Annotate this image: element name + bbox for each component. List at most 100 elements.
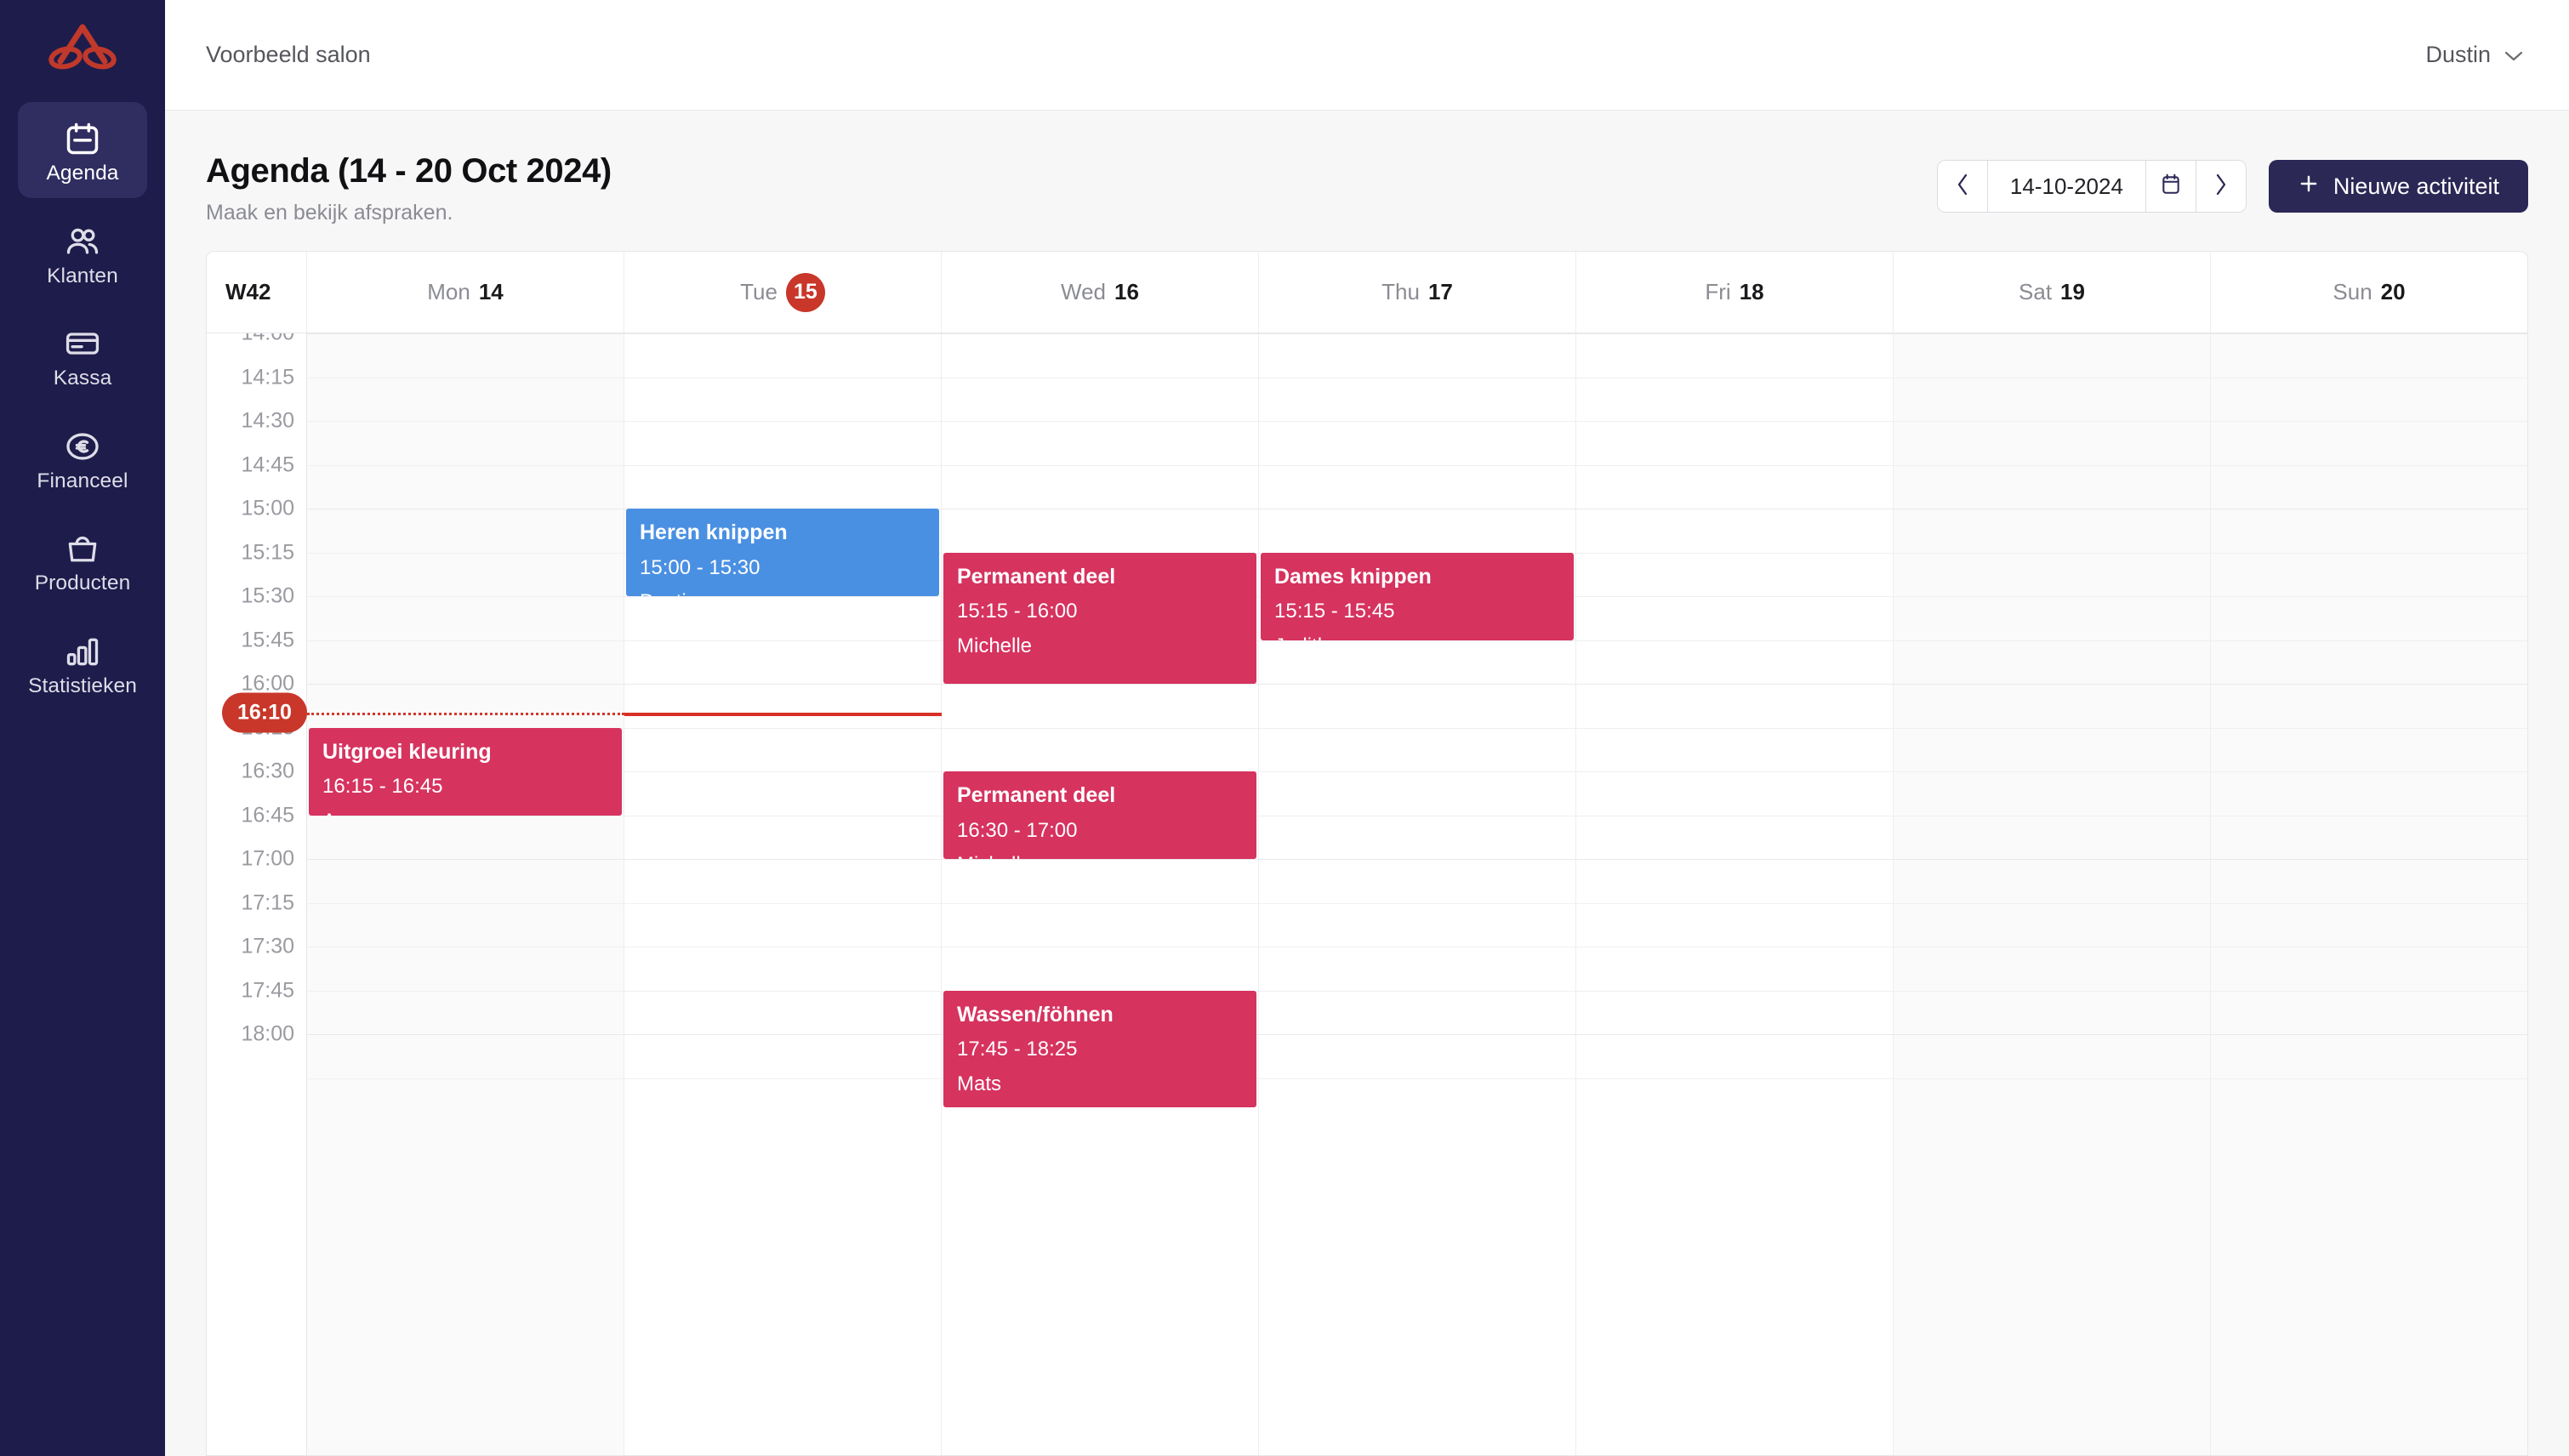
grid-line bbox=[1576, 859, 1893, 860]
grid-line bbox=[1259, 771, 1575, 772]
day-number: 17 bbox=[1427, 279, 1453, 304]
time-gutter: 14:00 14:15 14:30 14:45 15:00 15:15 15:30 15:45… bbox=[207, 333, 307, 1455]
calendar-event[interactable]: Uitgroei kleuring 16:15 - 16:45 Anne bbox=[309, 727, 622, 816]
event-time: 16:30 - 17:00 bbox=[957, 818, 1078, 842]
day-header-thu[interactable]: Thu 17 bbox=[1259, 252, 1576, 333]
prev-week-button[interactable] bbox=[1937, 161, 1987, 212]
grid-line bbox=[2211, 727, 2527, 729]
page-subtitle: Maak en bekijk afspraken. bbox=[206, 201, 453, 225]
page-header: Agenda (14 - 20 Oct 2024) Maak en bekijk… bbox=[165, 111, 2569, 251]
time-label: 15:30 bbox=[241, 583, 294, 608]
users-icon bbox=[64, 222, 101, 261]
grid-line bbox=[624, 1078, 941, 1079]
sidebar: Agenda Klanten Kassa Financeel Producten… bbox=[0, 0, 165, 1456]
grid-line bbox=[1576, 552, 1893, 554]
calendar-picker-icon bbox=[2160, 172, 2182, 202]
grid-line bbox=[1259, 902, 1575, 904]
day-header-wed[interactable]: Wed 16 bbox=[942, 252, 1259, 333]
time-label: 15:15 bbox=[241, 540, 294, 564]
new-activity-button[interactable]: Nieuwe activiteit bbox=[2268, 160, 2528, 213]
grid-line bbox=[1259, 464, 1575, 466]
grid-line bbox=[624, 596, 941, 597]
grid-line bbox=[942, 727, 1258, 729]
day-header-sun[interactable]: Sun 20 bbox=[2211, 252, 2527, 333]
grid-line bbox=[2211, 596, 2527, 597]
chevron-right-icon bbox=[2213, 173, 2229, 201]
sidebar-item-klanten[interactable]: Klanten bbox=[18, 205, 147, 301]
day-column-wed[interactable]: Permanent deel 15:15 - 16:00 Michelle Perma… bbox=[942, 333, 1259, 1455]
event-staff: Anne bbox=[322, 810, 608, 816]
current-time-badge: 16:10 bbox=[222, 692, 307, 733]
day-weekday: Fri bbox=[1705, 279, 1731, 304]
grid-line bbox=[307, 1034, 624, 1035]
card-icon bbox=[64, 324, 101, 363]
grid-line bbox=[2211, 464, 2527, 466]
grid-line bbox=[2211, 684, 2527, 685]
day-header-fri[interactable]: Fri 18 bbox=[1576, 252, 1894, 333]
time-label: 16:30 bbox=[241, 759, 294, 783]
grid-line bbox=[624, 990, 941, 992]
day-column-thu[interactable]: Dames knippen 15:15 - 15:45 Judith bbox=[1259, 333, 1576, 1455]
sidebar-item-kassa[interactable]: Kassa bbox=[18, 307, 147, 403]
event-title: Uitgroei kleuring bbox=[322, 739, 492, 764]
grid-line bbox=[307, 421, 624, 422]
grid-line bbox=[2211, 333, 2527, 334]
grid-line bbox=[1894, 859, 2210, 860]
calendar-event[interactable]: Permanent deel 15:15 - 16:00 Michelle bbox=[943, 552, 1256, 684]
sidebar-item-label: Financeel bbox=[37, 469, 128, 492]
day-number: 16 bbox=[1114, 279, 1139, 304]
user-menu[interactable]: Dustin bbox=[2420, 33, 2528, 77]
grid-line bbox=[624, 771, 941, 772]
app-logo[interactable] bbox=[42, 15, 123, 78]
calendar-event[interactable]: Dames knippen 15:15 - 15:45 Judith bbox=[1261, 552, 1574, 640]
time-label: 15:00 bbox=[241, 496, 294, 520]
grid-line bbox=[2211, 421, 2527, 422]
grid-line bbox=[624, 640, 941, 641]
grid-line bbox=[307, 552, 624, 554]
day-column-sat[interactable] bbox=[1894, 333, 2211, 1455]
time-label: 15:45 bbox=[241, 628, 294, 651]
grid-line bbox=[942, 859, 1258, 860]
sidebar-item-label: Statistieken bbox=[28, 674, 137, 697]
grid-line bbox=[624, 727, 941, 729]
grid-line bbox=[1259, 990, 1575, 992]
date-display[interactable]: 14-10-2024 bbox=[1988, 161, 2145, 212]
grid-line bbox=[2211, 1078, 2527, 1079]
calendar-event[interactable]: Permanent deel 16:30 - 17:00 Michelle bbox=[943, 771, 1256, 859]
grid-line bbox=[1576, 596, 1893, 597]
grid-line bbox=[624, 859, 941, 860]
day-column-sun[interactable] bbox=[2211, 333, 2527, 1455]
event-time: 17:45 - 18:25 bbox=[957, 1038, 1078, 1061]
grid-line bbox=[942, 333, 1258, 334]
event-staff: Mats bbox=[957, 1072, 1002, 1095]
app-root: Agenda Klanten Kassa Financeel Producten… bbox=[0, 0, 2569, 1456]
chevron-left-icon bbox=[1955, 173, 1970, 201]
calendar: W42 Mon 14 Tue 15 Wed 16 Thu 17 Fri 18 Sat 19 Sun 20 1… bbox=[206, 251, 2528, 1456]
chevron-down-icon bbox=[2504, 42, 2523, 68]
day-number: 14 bbox=[478, 279, 504, 304]
day-header-tue[interactable]: Tue 15 bbox=[624, 252, 942, 333]
grid-line bbox=[624, 464, 941, 466]
calendar-event[interactable]: Heren knippen 15:00 - 15:30 Dustin bbox=[626, 509, 939, 596]
date-picker-button[interactable] bbox=[2145, 161, 2196, 212]
sidebar-item-producten[interactable]: Producten bbox=[18, 512, 147, 608]
day-column-tue[interactable]: Heren knippen 15:00 - 15:30 Dustin bbox=[624, 333, 942, 1455]
day-column-fri[interactable] bbox=[1576, 333, 1894, 1455]
day-header-sat[interactable]: Sat 19 bbox=[1894, 252, 2211, 333]
grid-line bbox=[942, 684, 1258, 685]
sidebar-item-agenda[interactable]: Agenda bbox=[18, 102, 147, 198]
grid-line bbox=[1894, 771, 2210, 772]
time-label: 18:00 bbox=[241, 1021, 294, 1046]
grid-line bbox=[624, 1034, 941, 1035]
grid-line bbox=[1259, 727, 1575, 729]
sidebar-item-financeel[interactable]: Financeel bbox=[18, 410, 147, 506]
grid-line bbox=[1576, 990, 1893, 992]
day-header-mon[interactable]: Mon 14 bbox=[307, 252, 624, 333]
grid-line bbox=[307, 990, 624, 992]
day-column-mon[interactable]: Uitgroei kleuring 16:15 - 16:45 Anne bbox=[307, 333, 624, 1455]
event-staff: Judith bbox=[1274, 634, 1560, 640]
calendar-event[interactable]: Wassen/föhnen 17:45 - 18:25 Mats bbox=[943, 990, 1256, 1107]
sidebar-item-statistieken[interactable]: Statistieken bbox=[18, 615, 147, 711]
day-weekday: Tue bbox=[740, 279, 778, 304]
next-week-button[interactable] bbox=[2196, 161, 2246, 212]
